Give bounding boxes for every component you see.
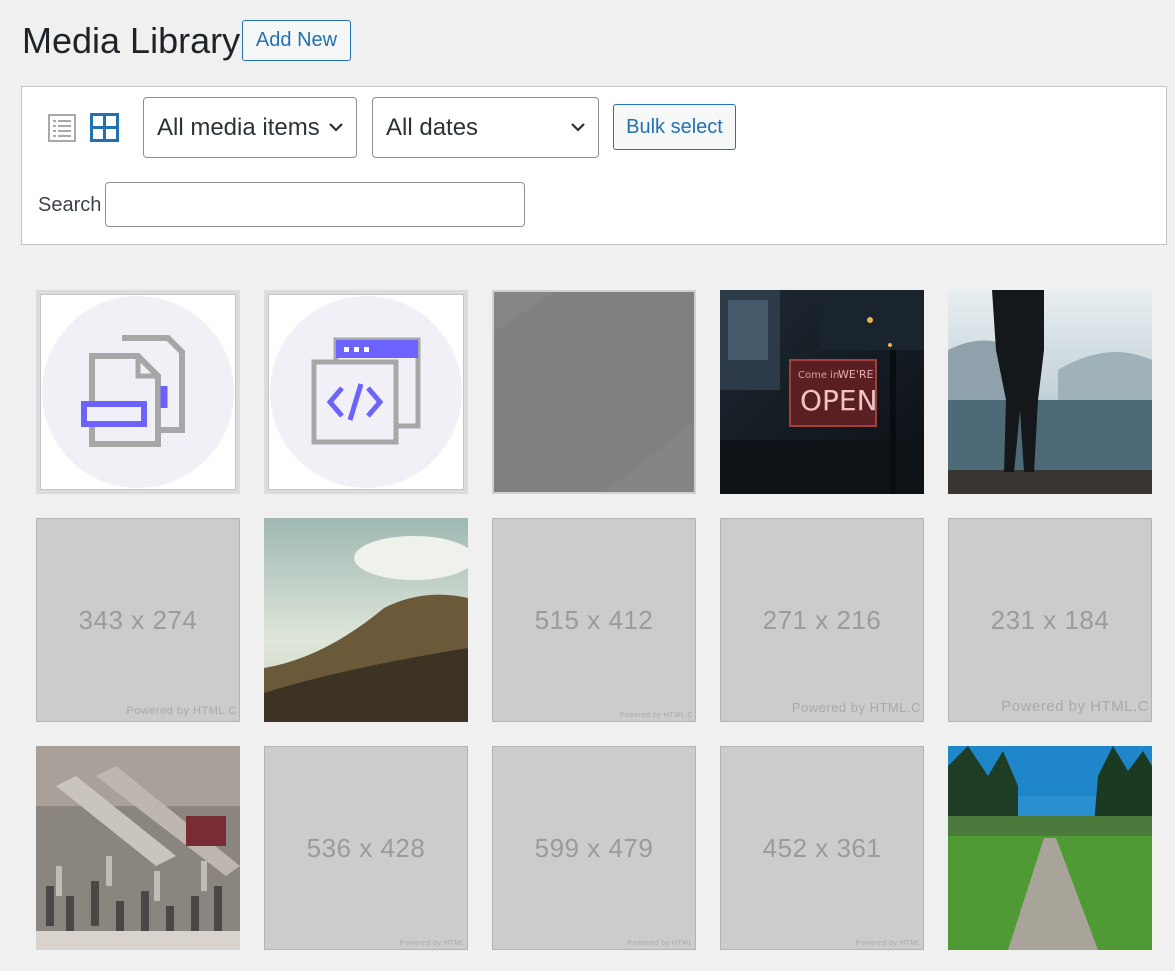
open-sign-photo: Come in WE'RE OPEN <box>720 290 924 494</box>
sign-small-text: Come in <box>798 370 839 381</box>
shopping-mall-photo <box>36 746 240 950</box>
placeholder-credit: Powered by HTML <box>627 940 693 947</box>
list-view-icon[interactable] <box>48 114 76 142</box>
media-item-code-file[interactable] <box>264 290 468 494</box>
chevron-down-icon <box>571 123 585 132</box>
media-type-filter[interactable]: All media items <box>143 97 357 158</box>
placeholder-dimensions: 343 x 274 <box>78 605 198 635</box>
hillside-photo <box>264 518 468 722</box>
media-item-mall-photo[interactable] <box>36 746 240 950</box>
media-item-hill-photo[interactable] <box>264 518 468 722</box>
media-item-placeholder[interactable]: 536 x 428 Powered by HTML <box>264 746 468 950</box>
grid-view-icon[interactable] <box>90 113 119 142</box>
media-item-placeholder[interactable]: 599 x 479 Powered by HTML <box>492 746 696 950</box>
media-item-gray-image[interactable] <box>492 290 696 494</box>
media-type-filter-value: All media items <box>157 114 320 141</box>
chevron-down-icon <box>329 123 343 132</box>
placeholder-dimensions: 536 x 428 <box>306 833 426 863</box>
placeholder-dimensions: 231 x 184 <box>990 605 1110 635</box>
date-filter-value: All dates <box>386 114 479 141</box>
media-item-placeholder[interactable]: 271 x 216 Powered by HTML.C <box>720 518 924 722</box>
search-input[interactable] <box>105 182 525 227</box>
placeholder-credit: Powered by HTML.C <box>619 712 693 719</box>
media-item-placeholder[interactable]: 515 x 412 Powered by HTML.C <box>492 518 696 722</box>
placeholder-dimensions: 452 x 361 <box>762 833 882 863</box>
park-path-photo <box>948 746 1152 950</box>
media-item-placeholder[interactable]: 452 x 361 Powered by HTML <box>720 746 924 950</box>
media-item-park-path-photo[interactable] <box>948 746 1152 950</box>
placeholder-credit: Powered by HTML <box>855 940 921 947</box>
sign-were-text: WE'RE <box>838 368 873 381</box>
date-filter[interactable]: All dates <box>372 97 599 158</box>
media-item-placeholder[interactable]: 231 x 184 Powered by HTML.C <box>948 518 1152 722</box>
media-item-lake-photo[interactable] <box>948 290 1152 494</box>
add-new-button[interactable]: Add New <box>242 20 351 61</box>
media-item-open-sign-photo[interactable]: Come in WE'RE OPEN <box>720 290 924 494</box>
placeholder-dimensions: 271 x 216 <box>762 605 882 635</box>
gray-image-thumbnail <box>494 292 694 492</box>
foggy-lake-photo <box>948 290 1152 494</box>
placeholder-dimensions: 515 x 412 <box>534 605 654 635</box>
placeholder-dimensions: 599 x 479 <box>534 833 654 863</box>
document-icon <box>42 296 234 488</box>
placeholder-credit: Powered by HTML <box>399 940 465 947</box>
media-toolbar: All media items All dates Bulk select Se… <box>21 86 1167 245</box>
bulk-select-button[interactable]: Bulk select <box>613 104 736 150</box>
code-file-icon <box>270 296 462 488</box>
page-title: Media Library <box>22 20 241 61</box>
media-item-placeholder[interactable]: 343 x 274 Powered by HTML.C <box>36 518 240 722</box>
placeholder-credit: Powered by HTML.C <box>126 705 237 717</box>
placeholder-credit: Powered by HTML.C <box>791 700 921 715</box>
search-label: Search <box>38 194 102 216</box>
sign-open-text: OPEN <box>800 384 878 417</box>
media-item-document[interactable] <box>36 290 240 494</box>
placeholder-credit: Powered by HTML.C <box>1001 698 1149 715</box>
